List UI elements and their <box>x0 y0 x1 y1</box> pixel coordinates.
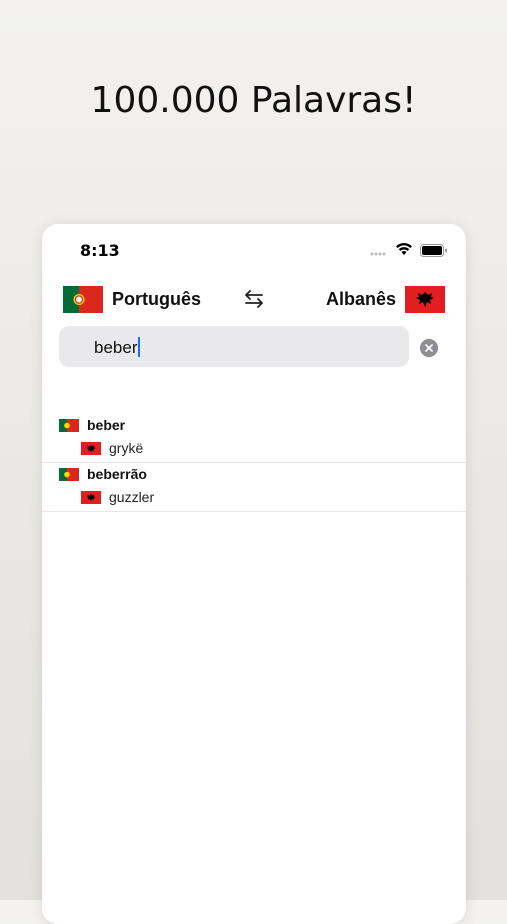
result-translation: grykë <box>109 440 144 456</box>
albania-flag-icon <box>81 491 101 504</box>
search-input-value[interactable]: beber <box>94 337 141 358</box>
result-translation: guzzler <box>109 489 155 505</box>
portugal-flag-icon[interactable] <box>63 286 103 313</box>
text-caret <box>138 337 141 357</box>
clear-search-icon[interactable] <box>420 339 438 357</box>
albania-flag-icon[interactable] <box>405 286 445 313</box>
results-list: beber grykë beberrão guzzler <box>42 414 466 512</box>
status-time: 8:13 <box>80 241 120 260</box>
swap-languages-icon[interactable] <box>242 287 266 311</box>
cellular-signal-icon <box>370 252 386 256</box>
target-language-label[interactable]: Albanês <box>326 289 396 310</box>
list-item[interactable]: beber grykë <box>42 414 466 463</box>
result-word: beberrão <box>87 466 147 482</box>
portugal-flag-icon <box>59 419 79 432</box>
albania-flag-icon <box>81 442 101 455</box>
status-bar: 8:13 <box>42 224 466 274</box>
wifi-icon <box>396 243 412 255</box>
battery-icon <box>420 244 447 257</box>
language-selector: Português Albanês <box>42 286 466 314</box>
app-screen: 8:13 Português Albanês beber beber grykë… <box>42 224 466 924</box>
source-language-label[interactable]: Português <box>112 289 201 310</box>
search-input[interactable]: beber <box>59 326 409 367</box>
list-item[interactable]: beberrão guzzler <box>42 463 466 512</box>
result-word: beber <box>87 417 126 433</box>
headline: 100.000 Palavras! <box>90 80 417 121</box>
portugal-flag-icon <box>59 468 79 481</box>
